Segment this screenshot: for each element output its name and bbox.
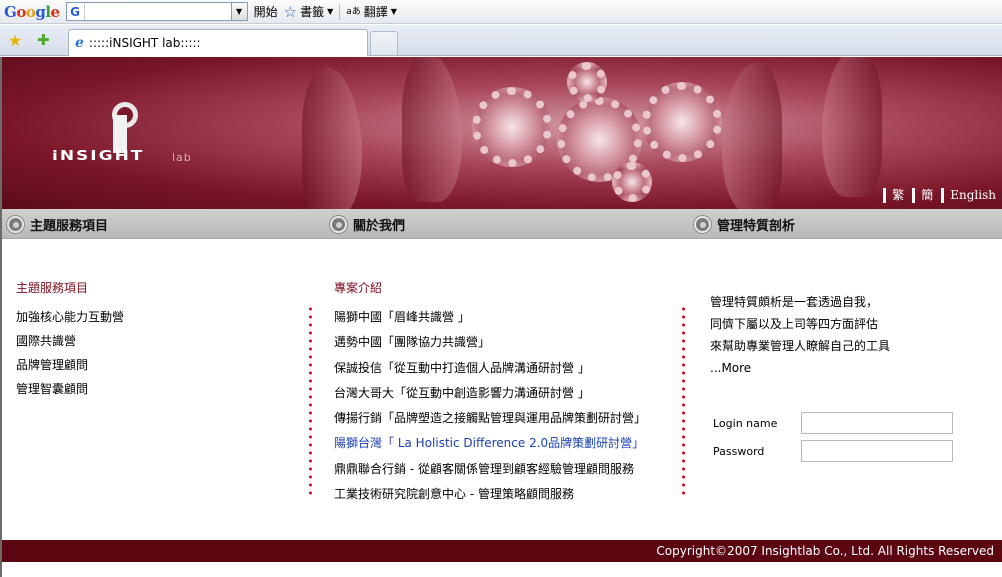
gear-icon [567,62,607,102]
silhouette-decoration [822,57,882,197]
service-link[interactable]: 品牌管理顧問 [16,353,124,377]
analysis-column: 管理特質頗析是一套透過自我， 同儕下屬以及上司等四方面評估 來幫助專業管理人瞭解… [710,291,890,379]
gear-icon [612,162,652,202]
analysis-text: 來幫助專業管理人瞭解自己的工具 [710,339,891,353]
analysis-section-header: 管理特質剖析 [694,215,795,234]
star-icon: ☆ [283,2,298,21]
google-search-input[interactable]: G [65,2,232,21]
password-input[interactable] [801,440,953,462]
bookmarks-button[interactable]: ☆ 書籤 ▼ [284,3,334,21]
favorites-star-icon[interactable]: ★ [8,31,22,50]
circle-bullet-icon [7,216,24,233]
start-button[interactable]: 開始 [254,3,278,20]
new-tab-button[interactable] [370,31,398,55]
lang-traditional-link[interactable]: 繁 [883,188,904,203]
project-link-active[interactable]: 陽獅台灣「 La Holistic Difference 2.0品牌策劃研討營」 [334,431,646,456]
dotted-divider [309,305,312,498]
toolbar-divider [339,3,341,20]
google-toolbar: Google G ▼ 開始 ☆ 書籤 ▼ aあ 翻譯 ▼ [0,0,1002,24]
services-section-header: 主題服務項目 [7,215,108,234]
projects-column: 專案介紹 陽獅中國「眉峰共識營 」 邁勢中國「團隊協力共識營」 保誠投信「從互動… [334,279,646,507]
service-link[interactable]: 加強核心能力互動營 [16,305,124,329]
lang-simplified-link[interactable]: 簡 [912,188,933,203]
ie-icon: e [75,35,84,51]
silhouette-decoration [402,57,462,202]
service-link[interactable]: 國際共識營 [16,329,124,353]
project-link[interactable]: 工業技術研究院創意中心 - 管理策略顧問服務 [334,482,646,507]
about-section-header: 關於我們 [330,215,405,234]
project-link[interactable]: 鼎鼎聯合行銷 - 從顧客關係管理到顧客經驗管理顧問服務 [334,457,646,482]
services-heading: 主題服務項目 [16,281,89,295]
project-link[interactable]: 傳揚行銷「品牌塑造之接觸點管理與運用品牌策劃研討營」 [334,406,646,431]
footer: Copyright©2007 Insightlab Co., Ltd. All … [2,540,1002,562]
login-form: Login name Password [713,409,953,465]
browser-tab[interactable]: e :::::iNSIGHT lab::::: [68,29,368,56]
lang-english-link[interactable]: English [941,188,996,203]
language-switcher: 繁 簡 English [883,188,996,203]
translate-button[interactable]: aあ 翻譯 ▼ [346,3,397,20]
gear-icon [472,87,552,167]
header-banner: iNSIGHT lab 繁 簡 English [2,57,1002,209]
login-name-input[interactable] [801,412,953,434]
tab-bar: ★ ✚ e :::::iNSIGHT lab::::: [0,25,1002,56]
add-favorite-icon[interactable]: ✚ [37,31,50,49]
circle-bullet-icon [694,216,711,233]
silhouette-decoration [302,67,362,209]
insight-logo-lab: lab [172,151,192,164]
dotted-divider [682,305,685,498]
project-link[interactable]: 邁勢中國「團隊協力共識營」 [334,330,646,355]
login-name-label: Login name [713,416,778,430]
analysis-text: 同儕下屬以及上司等四方面評估 [710,317,879,331]
search-dropdown-button[interactable]: ▼ [231,2,248,21]
more-link[interactable]: ...More [710,357,890,379]
google-g-icon: G [67,3,85,20]
services-column: 主題服務項目 加強核心能力互動營 國際共識營 品牌管理顧問 管理智囊顧問 [16,279,124,401]
google-logo[interactable]: Google [4,3,60,21]
service-link[interactable]: 管理智囊顧問 [16,377,124,401]
section-header-bar: 主題服務項目 關於我們 管理特質剖析 [2,209,1002,239]
projects-heading: 專案介紹 [334,281,383,295]
project-link[interactable]: 保誠投信「從互動中打造個人品牌溝通研討營 」 [334,356,646,381]
gear-icon [642,82,722,162]
page-content: iNSIGHT lab 繁 簡 English 主題服務項目 關於我們 管理特質… [0,57,1002,577]
translate-icon: aあ [346,6,361,17]
circle-bullet-icon [330,216,347,233]
project-link[interactable]: 台灣大哥大「從互動中創造影響力溝通研討營 」 [334,381,646,406]
analysis-text: 管理特質頗析是一套透過自我， [710,295,879,309]
project-link[interactable]: 陽獅中國「眉峰共識營 」 [334,305,646,330]
insight-logo-text: iNSIGHT [52,148,145,164]
password-label: Password [713,444,765,458]
silhouette-decoration [722,62,782,209]
copyright-text: Copyright©2007 Insightlab Co., Ltd. All … [656,544,994,558]
